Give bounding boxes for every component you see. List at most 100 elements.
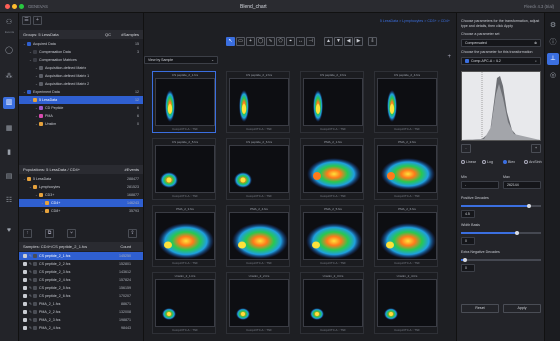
param-set-select[interactable]: Compensated ⊗ [461, 39, 541, 47]
slider-track[interactable] [461, 259, 541, 261]
gauge-icon[interactable]: ◎ [548, 71, 558, 81]
tree-row[interactable]: ⌄ Experiment Data 12 [19, 88, 143, 96]
sample-row[interactable]: ✎ PMA_2_3.fcs 198871 [19, 316, 143, 324]
zoom-out-button[interactable]: - [461, 144, 471, 153]
checkbox[interactable] [23, 254, 27, 259]
chevron-down-icon[interactable]: ⌄ [35, 64, 38, 72]
add-icon[interactable]: + [33, 16, 42, 25]
tree-row[interactable]: ⌄ PMA 6 [19, 112, 143, 120]
curve-gate-icon[interactable]: ∿ [266, 37, 275, 46]
table-icon[interactable]: ▤ [3, 171, 15, 183]
add-plot-icon[interactable]: + [447, 54, 451, 60]
extra-negative-slider[interactable] [461, 257, 541, 262]
bar-chart-icon[interactable]: ▮ [3, 147, 15, 159]
slider-knob[interactable] [463, 257, 467, 262]
sample-row[interactable]: ✎ CS peptide_2_6.fcs 170207 [19, 292, 143, 300]
close-window-button[interactable] [5, 4, 10, 9]
transform-icon[interactable]: ⟂ [547, 53, 559, 65]
density-plot[interactable] [155, 78, 215, 126]
view-by-select[interactable]: View by Sample ⌄ [144, 56, 218, 64]
plot-cell[interactable]: CS peptide_2_4.fcsComp-BV421-A :: IFNgCo… [374, 71, 438, 133]
tree-row[interactable]: ⌄ Acquisition-defined Matrix 2 [19, 80, 143, 88]
density-plot[interactable] [377, 78, 437, 126]
ellipse-gate-icon[interactable]: ◯ [256, 37, 265, 46]
sample-row[interactable]: ✎ PMA_2_4.fcs 98443 [19, 324, 143, 332]
info-icon[interactable]: ⓘ [548, 37, 558, 47]
transform-radio-linear[interactable]: Linear [461, 160, 476, 165]
plot-cell[interactable]: PMA_2_5.fcsComp-BV421-A :: IFNgComp-FITC… [300, 205, 364, 267]
chevron-down-icon[interactable]: ⌄ [35, 191, 38, 199]
arrow-left-icon[interactable]: ◀ [344, 37, 353, 46]
chevron-down-icon[interactable]: ⌄ [29, 56, 32, 64]
chevron-down-icon[interactable]: ⌄ [35, 72, 38, 80]
grid-icon[interactable]: ▦ [3, 123, 15, 135]
density-plot[interactable] [377, 145, 437, 193]
chevron-down-icon[interactable]: ⌄ [29, 96, 32, 104]
gate-copy-icon[interactable]: ⧉ [45, 229, 54, 238]
width-basis-field[interactable]: 0 [461, 237, 475, 245]
param-select[interactable]: Comp-APC-A :: IL2 ⌕ [461, 57, 541, 65]
chevron-down-icon[interactable]: ⌄ [41, 207, 44, 215]
density-plot[interactable] [377, 212, 437, 260]
sample-row[interactable]: ✎ CS peptide_2_5.fcs 156159 [19, 284, 143, 292]
chevron-down-icon[interactable]: ⌄ [29, 48, 32, 56]
polygon-gate-icon[interactable]: ⬠ [276, 37, 285, 46]
plot-cell[interactable]: Unstim_2_1.fcsComp-BV421-A :: IFNgComp-F… [152, 272, 216, 334]
plot-cell[interactable]: PMA_2_3.fcsComp-BV421-A :: IFNgComp-FITC… [152, 205, 216, 267]
plot-cell[interactable]: Unstim_2_2.fcsComp-BV421-A :: IFNgComp-F… [226, 272, 290, 334]
chevron-down-icon[interactable]: ⌄ [23, 40, 26, 48]
density-plot[interactable] [303, 279, 363, 327]
plot-cell[interactable]: CS peptide_2_2.fcsComp-BV421-A :: IFNgCo… [226, 71, 290, 133]
arrow-up-icon[interactable]: ▲ [324, 37, 333, 46]
density-plot[interactable] [303, 212, 363, 260]
sample-row[interactable]: ✎ PMA_2_2.fcs 132008 [19, 308, 143, 316]
people-icon[interactable]: ⚇ [3, 17, 15, 29]
plot-cell[interactable]: Unstim_2_4.fcsComp-BV421-A :: IFNgComp-F… [374, 272, 438, 334]
tree-row[interactable]: ⌄ CD4+ 146243 [19, 199, 143, 207]
settings-icon[interactable]: ⚙ [548, 21, 558, 31]
apply-button[interactable]: Apply [503, 304, 541, 313]
spider-gate-icon[interactable]: ⌖ [286, 37, 295, 46]
tree-row[interactable]: ⌄ Compensation Data 3 [19, 48, 143, 56]
chevron-down-icon[interactable]: ⌄ [29, 183, 32, 191]
checkbox[interactable] [23, 294, 27, 299]
slider-knob[interactable] [515, 230, 519, 235]
checkbox[interactable] [23, 326, 27, 331]
density-plot[interactable] [155, 145, 215, 193]
density-plot[interactable] [229, 279, 289, 327]
tree-row[interactable]: ⌄ 5 LessData 12 [19, 96, 143, 104]
radio-icon[interactable] [503, 160, 507, 165]
gate-export-icon[interactable]: ⇪ [128, 229, 137, 238]
rect-gate-icon[interactable]: ▭ [236, 37, 245, 46]
arrow-down-icon[interactable]: ▼ [334, 37, 343, 46]
gate-up-icon[interactable]: ↑ [23, 229, 32, 238]
arrow-right-icon[interactable]: ▶ [354, 37, 363, 46]
tree-row[interactable]: ⌄ Acquired Data 15 [19, 40, 143, 48]
positive-decades-slider[interactable] [461, 203, 541, 208]
plot-cell[interactable]: CS peptide_2_1.fcsComp-BV421-A :: IFNgCo… [152, 71, 216, 133]
density-plot[interactable] [303, 78, 363, 126]
max-field[interactable]: 262144 [503, 181, 541, 189]
positive-decades-field[interactable]: 4.5 [461, 210, 475, 218]
sample-row[interactable]: ✎ CS peptide_2_2.fcs 152801 [19, 260, 143, 268]
tree-row[interactable]: ⌄ Lymphocytes 281523 [19, 183, 143, 191]
chevron-down-icon[interactable]: ⌄ [35, 112, 38, 120]
tree-row[interactable]: ⌄ Unstim 0 [19, 120, 143, 128]
zoom-in-button[interactable]: + [531, 144, 541, 153]
density-plot[interactable] [229, 145, 289, 193]
chevron-down-icon[interactable]: ⌄ [35, 120, 38, 128]
split-gate-icon[interactable]: ⊣ [306, 37, 315, 46]
minimize-window-button[interactable] [12, 4, 17, 9]
pointer-tool-icon[interactable]: ↖ [226, 37, 235, 46]
chevron-down-icon[interactable]: ⌄ [41, 199, 44, 207]
sample-row[interactable]: ✎ CS peptide_2_1.fcs 145250 [19, 252, 143, 260]
range-gate-icon[interactable]: ↔ [296, 37, 305, 46]
user-label[interactable]: Fleeck 4.3 (trial) [524, 4, 554, 9]
export-icon[interactable]: ⇩ [368, 37, 377, 46]
chevron-down-icon[interactable]: ⌄ [23, 175, 26, 183]
plot-cell[interactable]: PMA_2_6.fcsComp-BV421-A :: IFNgComp-FITC… [374, 205, 438, 267]
checkbox[interactable] [23, 262, 27, 267]
plot-cell[interactable]: CS peptide_2_6.fcsComp-BV421-A :: IFNgCo… [226, 138, 290, 200]
tree-row[interactable]: ⌄ 5 LessData 288477 [19, 175, 143, 183]
checkbox[interactable] [23, 270, 27, 275]
